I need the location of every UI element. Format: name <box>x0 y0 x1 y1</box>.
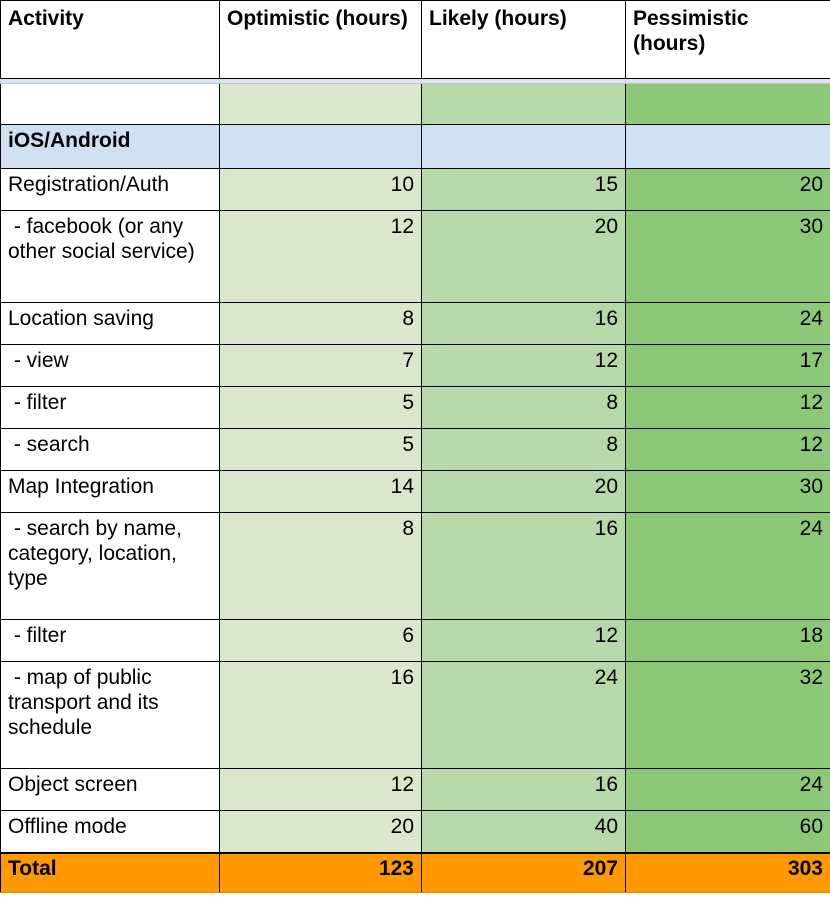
cell-optimistic[interactable]: 8 <box>219 302 422 345</box>
cell-pessimistic[interactable]: 32 <box>625 661 830 769</box>
cell-pessimistic[interactable]: 30 <box>625 470 830 513</box>
table-row: Offline mode 20 40 60 <box>0 810 830 853</box>
table-row: - view 7 12 17 <box>0 344 830 387</box>
table-row: - search by name, category, location, ty… <box>0 512 830 620</box>
cell-optimistic[interactable]: 6 <box>219 619 422 662</box>
cell-activity[interactable]: - filter <box>0 386 220 429</box>
cell-likely[interactable]: 16 <box>421 768 626 811</box>
cell-pessimistic[interactable]: 18 <box>625 619 830 662</box>
cell-optimistic[interactable]: 20 <box>219 810 422 853</box>
cell-optimistic[interactable]: 14 <box>219 470 422 513</box>
section-label[interactable]: iOS/Android <box>0 124 220 169</box>
total-label[interactable]: Total <box>0 851 220 893</box>
cell-optimistic[interactable]: 16 <box>219 661 422 769</box>
table-row: - map of public transport and its schedu… <box>0 661 830 769</box>
cell-activity[interactable]: Map Integration <box>0 470 220 513</box>
band-cell-pessimistic[interactable] <box>625 83 830 125</box>
estimation-table: Activity Optimistic (hours) Likely (hour… <box>0 0 830 893</box>
cell-likely[interactable]: 8 <box>421 386 626 429</box>
cell-optimistic[interactable]: 5 <box>219 428 422 471</box>
table-row: Location saving 8 16 24 <box>0 302 830 345</box>
cell-pessimistic[interactable]: 60 <box>625 810 830 853</box>
table-row: - filter 5 8 12 <box>0 386 830 429</box>
column-header-activity[interactable]: Activity <box>0 0 220 79</box>
table-row: Map Integration 14 20 30 <box>0 470 830 513</box>
cell-pessimistic[interactable]: 12 <box>625 386 830 429</box>
cell-optimistic[interactable]: 12 <box>219 768 422 811</box>
band-cell-likely[interactable] <box>421 83 626 125</box>
cell-pessimistic[interactable]: 24 <box>625 512 830 620</box>
table-header-row: Activity Optimistic (hours) Likely (hour… <box>0 0 830 79</box>
cell-pessimistic[interactable]: 12 <box>625 428 830 471</box>
color-band-row <box>0 83 830 125</box>
cell-optimistic[interactable]: 8 <box>219 512 422 620</box>
cell-likely[interactable]: 20 <box>421 470 626 513</box>
total-optimistic[interactable]: 123 <box>219 851 422 893</box>
total-pessimistic[interactable]: 303 <box>625 851 830 893</box>
cell-activity[interactable]: - filter <box>0 619 220 662</box>
section-row-ios-android: iOS/Android <box>0 124 830 169</box>
section-cell-likely[interactable] <box>421 124 626 169</box>
cell-optimistic[interactable]: 12 <box>219 210 422 303</box>
cell-likely[interactable]: 16 <box>421 512 626 620</box>
table-row: Object screen 12 16 24 <box>0 768 830 811</box>
cell-pessimistic[interactable]: 30 <box>625 210 830 303</box>
cell-likely[interactable]: 15 <box>421 168 626 211</box>
column-header-likely[interactable]: Likely (hours) <box>421 0 626 79</box>
spreadsheet-canvas: Activity Optimistic (hours) Likely (hour… <box>0 0 830 904</box>
cell-likely[interactable]: 40 <box>421 810 626 853</box>
cell-likely[interactable]: 24 <box>421 661 626 769</box>
total-likely[interactable]: 207 <box>421 851 626 893</box>
cell-activity[interactable]: - facebook (or any other social service) <box>0 210 220 303</box>
cell-pessimistic[interactable]: 24 <box>625 768 830 811</box>
cell-activity[interactable]: Offline mode <box>0 810 220 853</box>
table-row: - facebook (or any other social service)… <box>0 210 830 303</box>
table-row: - filter 6 12 18 <box>0 619 830 662</box>
cell-optimistic[interactable]: 5 <box>219 386 422 429</box>
cell-optimistic[interactable]: 10 <box>219 168 422 211</box>
table-row: - search 5 8 12 <box>0 428 830 471</box>
section-cell-pessimistic[interactable] <box>625 124 830 169</box>
cell-likely[interactable]: 16 <box>421 302 626 345</box>
cell-activity[interactable]: - map of public transport and its schedu… <box>0 661 220 769</box>
cell-likely[interactable]: 20 <box>421 210 626 303</box>
cell-optimistic[interactable]: 7 <box>219 344 422 387</box>
cell-activity[interactable]: - view <box>0 344 220 387</box>
band-cell-activity[interactable] <box>0 83 220 125</box>
cell-likely[interactable]: 8 <box>421 428 626 471</box>
cell-activity[interactable]: Object screen <box>0 768 220 811</box>
table-row: Registration/Auth 10 15 20 <box>0 168 830 211</box>
table-body: iOS/Android Registration/Auth 10 15 20 - fac… <box>0 78 830 893</box>
section-cell-optimistic[interactable] <box>219 124 422 169</box>
cell-activity[interactable]: Location saving <box>0 302 220 345</box>
cell-activity[interactable]: - search <box>0 428 220 471</box>
cell-pessimistic[interactable]: 17 <box>625 344 830 387</box>
cell-pessimistic[interactable]: 20 <box>625 168 830 211</box>
total-row: Total 123 207 303 <box>0 851 830 893</box>
column-header-pessimistic[interactable]: Pessimistic (hours) <box>625 0 830 79</box>
column-header-optimistic[interactable]: Optimistic (hours) <box>219 0 422 79</box>
cell-activity[interactable]: Registration/Auth <box>0 168 220 211</box>
cell-pessimistic[interactable]: 24 <box>625 302 830 345</box>
cell-likely[interactable]: 12 <box>421 344 626 387</box>
cell-likely[interactable]: 12 <box>421 619 626 662</box>
band-cell-optimistic[interactable] <box>219 83 422 125</box>
cell-activity[interactable]: - search by name, category, location, ty… <box>0 512 220 620</box>
